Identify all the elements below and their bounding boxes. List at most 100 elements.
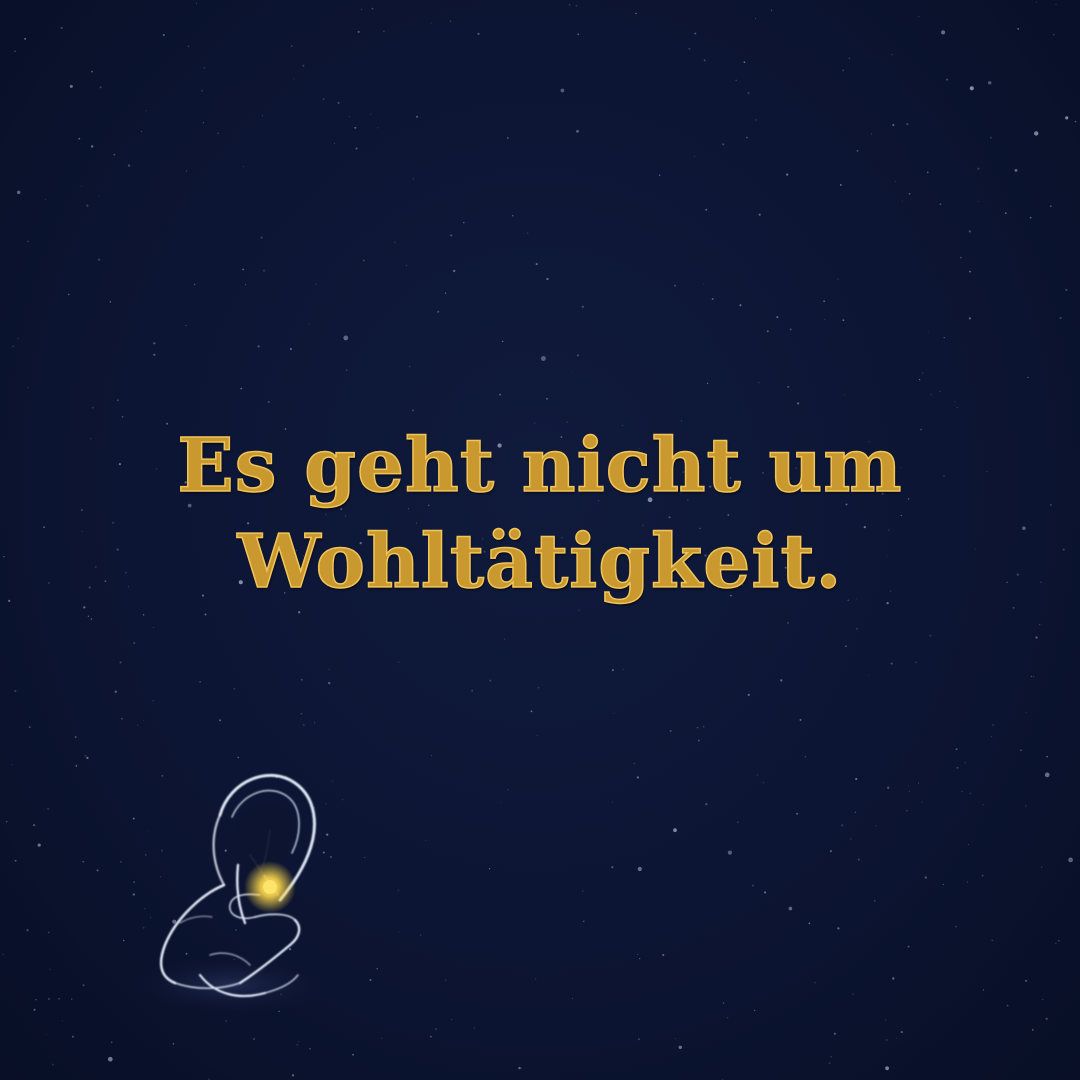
star-dot: [830, 1055, 833, 1058]
star-dot: [808, 922, 811, 925]
star-dot: [968, 230, 971, 233]
star-dot: [107, 1056, 113, 1062]
star-dot: [906, 809, 908, 812]
star-dot: [752, 884, 754, 887]
star-dot: [1041, 998, 1044, 1001]
star-dot: [1014, 168, 1018, 172]
star-dot: [992, 724, 994, 726]
star-dot: [796, 402, 800, 405]
headline-line-1: Es geht nicht um: [177, 422, 903, 510]
star-dot: [142, 614, 145, 616]
star-dot: [637, 953, 639, 955]
star-dot: [535, 263, 538, 266]
star-dot: [736, 821, 740, 824]
star-dot: [796, 812, 799, 815]
star-dot: [245, 284, 246, 286]
star-dot: [257, 345, 260, 348]
star-dot: [506, 137, 509, 139]
star-dot: [2, 953, 4, 956]
star-dot: [637, 866, 642, 872]
star-dot: [755, 119, 758, 121]
star-dot: [967, 843, 969, 845]
star-dot: [941, 30, 946, 35]
star-dot: [370, 113, 372, 115]
star-dot: [918, 16, 920, 18]
star-dot: [928, 331, 929, 333]
star-dot: [99, 86, 102, 89]
star-dot: [87, 615, 90, 617]
star-dot: [754, 1009, 756, 1012]
star-dot: [334, 143, 335, 145]
star-dot: [914, 661, 917, 664]
star-dot: [874, 900, 876, 902]
star-dot: [939, 390, 941, 393]
hooded-figure-icon: [125, 773, 335, 1015]
star-dot: [430, 22, 432, 24]
star-dot: [868, 674, 870, 676]
star-dot: [1033, 676, 1035, 678]
star-dot: [444, 292, 447, 294]
star-dot: [1065, 116, 1069, 120]
star-dot: [117, 399, 119, 401]
star-dot: [571, 371, 573, 373]
star-dot: [185, 170, 188, 172]
star-dot: [788, 906, 793, 911]
star-dot: [770, 9, 773, 11]
star-dot: [956, 766, 959, 769]
star-dot: [431, 755, 433, 757]
star-dot: [37, 843, 41, 847]
star-dot: [82, 860, 84, 863]
star-dot: [842, 69, 845, 72]
star-dot: [302, 723, 305, 727]
star-dot: [242, 268, 244, 271]
star-dot: [1046, 755, 1048, 758]
star-dot: [71, 1035, 74, 1038]
star-dot: [745, 136, 748, 139]
star-dot: [969, 792, 972, 795]
star-dot: [47, 807, 50, 811]
star-dot: [435, 1028, 437, 1030]
star-dot: [261, 115, 264, 117]
star-dot: [473, 1027, 475, 1029]
star-dot: [829, 850, 832, 853]
star-dot: [844, 394, 846, 396]
star-dot: [302, 64, 305, 67]
star-dot: [133, 642, 136, 644]
star-dot: [398, 931, 400, 933]
star-dot: [852, 993, 854, 995]
star-dot: [204, 613, 207, 616]
star-dot: [75, 765, 78, 767]
star-dot: [412, 178, 415, 180]
star-dot: [776, 316, 779, 319]
star-dot: [908, 784, 910, 787]
star-dot: [824, 318, 826, 321]
star-dot: [1031, 1028, 1034, 1031]
star-dot: [145, 110, 147, 112]
star-dot: [526, 232, 529, 234]
star-dot: [622, 668, 624, 670]
star-dot: [488, 868, 491, 870]
star-dot: [24, 37, 27, 40]
star-dot: [705, 802, 708, 806]
star-dot: [33, 1008, 36, 1011]
star-dot: [755, 17, 757, 19]
star-dot: [202, 122, 204, 124]
star-dot: [534, 978, 537, 980]
star-dot: [576, 354, 579, 357]
star-dot: [1025, 711, 1027, 713]
star-dot: [153, 342, 156, 345]
star-dot: [961, 790, 963, 792]
star-dot: [377, 127, 379, 129]
star-dot: [892, 123, 895, 127]
star-dot: [743, 61, 746, 64]
star-dot: [86, 204, 89, 207]
star-dot: [364, 856, 366, 858]
star-dot: [693, 155, 695, 157]
star-dot: [848, 57, 851, 60]
star-dot: [1065, 288, 1068, 292]
star-dot: [703, 283, 705, 285]
star-dot: [153, 626, 155, 628]
star-dot: [939, 203, 942, 206]
star-dot: [1045, 1017, 1048, 1020]
star-dot: [921, 801, 923, 803]
